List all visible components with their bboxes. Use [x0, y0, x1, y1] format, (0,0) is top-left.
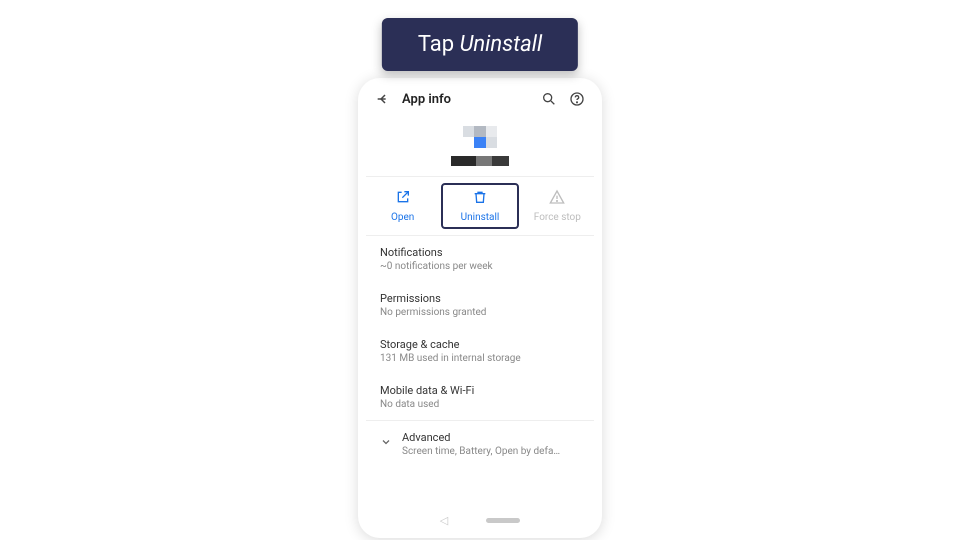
- instruction-banner: Tap Uninstall: [382, 18, 578, 71]
- row-permissions[interactable]: Permissions No permissions granted: [366, 282, 594, 328]
- nav-home-icon[interactable]: [486, 518, 520, 523]
- uninstall-label: Uninstall: [461, 212, 500, 223]
- warning-icon: [549, 189, 565, 208]
- trash-icon: [472, 189, 488, 208]
- advanced-sub: Screen time, Battery, Open by default, S…: [402, 446, 562, 457]
- nav-back-icon[interactable]: ◁: [440, 514, 448, 527]
- settings-list: Notifications ~0 notifications per week …: [366, 236, 594, 510]
- app-header: [366, 114, 594, 177]
- row-mobile-data[interactable]: Mobile data & Wi-Fi No data used: [366, 374, 594, 420]
- instruction-emphasis: Uninstall: [460, 32, 543, 57]
- help-icon[interactable]: [568, 90, 586, 108]
- screen: App info Open: [366, 86, 594, 530]
- action-row: Open Uninstall Force stop: [366, 177, 594, 236]
- open-label: Open: [391, 212, 414, 223]
- force-stop-label: Force stop: [534, 212, 581, 223]
- android-nav-bar: ◁: [366, 510, 594, 530]
- row-label: Notifications: [380, 246, 580, 259]
- row-storage[interactable]: Storage & cache 131 MB used in internal …: [366, 328, 594, 374]
- force-stop-button: Force stop: [521, 185, 594, 227]
- row-label: Storage & cache: [380, 338, 580, 351]
- app-name-redacted: [451, 156, 509, 166]
- row-label: Permissions: [380, 292, 580, 305]
- row-label: Mobile data & Wi-Fi: [380, 384, 580, 397]
- row-sub: No permissions granted: [380, 307, 580, 318]
- open-button[interactable]: Open: [366, 185, 439, 227]
- row-sub: ~0 notifications per week: [380, 261, 580, 272]
- row-sub: 131 MB used in internal storage: [380, 353, 580, 364]
- row-sub: No data used: [380, 399, 580, 410]
- search-icon[interactable]: [540, 90, 558, 108]
- back-icon[interactable]: [374, 90, 392, 108]
- uninstall-button[interactable]: Uninstall: [441, 183, 518, 229]
- app-icon: [463, 126, 497, 148]
- topbar: App info: [366, 86, 594, 114]
- page-title: App info: [402, 92, 530, 107]
- open-in-new-icon: [395, 189, 411, 208]
- instruction-prefix: Tap: [418, 32, 460, 57]
- row-advanced[interactable]: Advanced Screen time, Battery, Open by d…: [366, 420, 594, 467]
- chevron-down-icon: [380, 433, 392, 452]
- row-notifications[interactable]: Notifications ~0 notifications per week: [366, 236, 594, 282]
- phone-frame: App info Open: [358, 78, 602, 538]
- advanced-label: Advanced: [402, 431, 562, 444]
